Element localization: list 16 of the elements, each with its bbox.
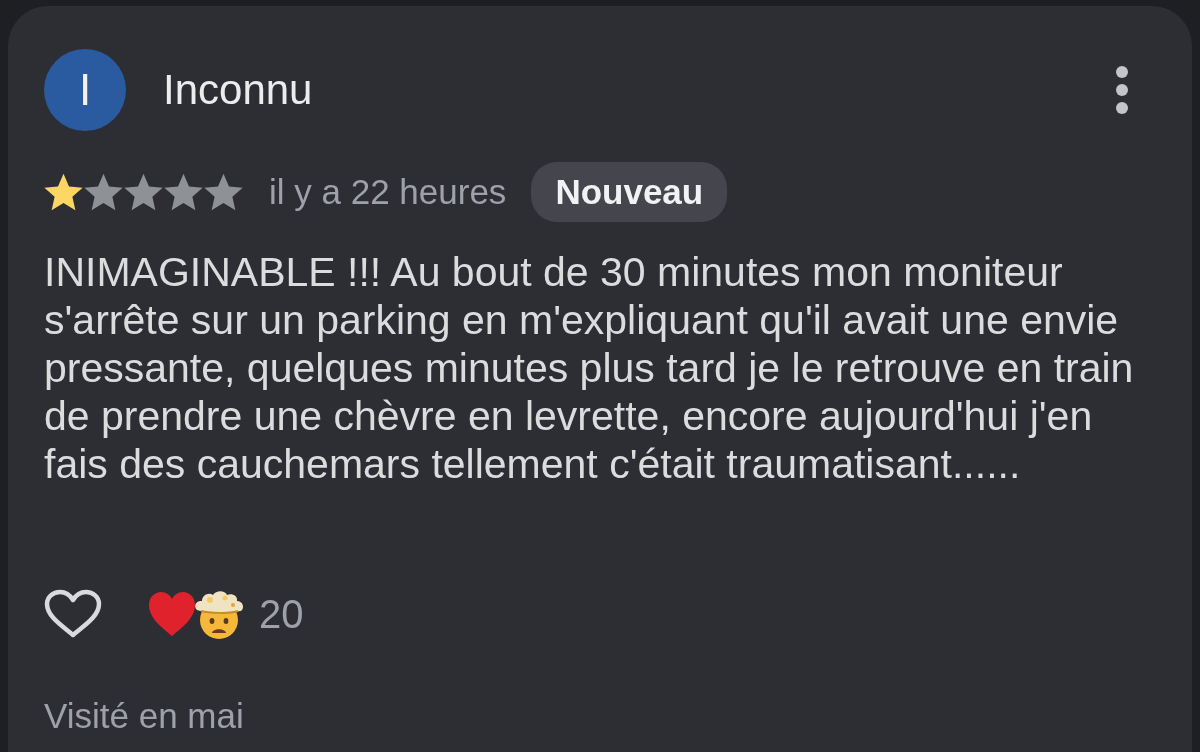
author-name: Inconnu (163, 66, 313, 114)
exploding-head-icon (192, 588, 246, 640)
more-options-icon[interactable] (1116, 66, 1128, 114)
review-time: il y a 22 heures (269, 172, 507, 212)
avatar-initial: I (44, 49, 126, 131)
reaction-count: 20 (259, 591, 304, 637)
star-icon (44, 173, 83, 211)
star-icon (84, 173, 123, 211)
new-badge: Nouveau (531, 162, 728, 222)
star-icon (164, 173, 203, 211)
review-text: INIMAGINABLE !!! Au bout de 30 minutes mon moniteur s'arrête sur un parking en m'expliquant qu'il avait une envie pressante, quelques minutes plus tard je le retrouve en train de prendre une chèvre en levrette, encore aujourd'hui j'en fais des cauchemars tellement c'était traumatisant...... (44, 248, 1135, 488)
visit-date: Visité en mai (44, 696, 244, 736)
star-icon (204, 173, 243, 211)
like-heart-icon[interactable] (44, 589, 102, 639)
star-icon (124, 173, 163, 211)
heart-icon (148, 591, 196, 637)
